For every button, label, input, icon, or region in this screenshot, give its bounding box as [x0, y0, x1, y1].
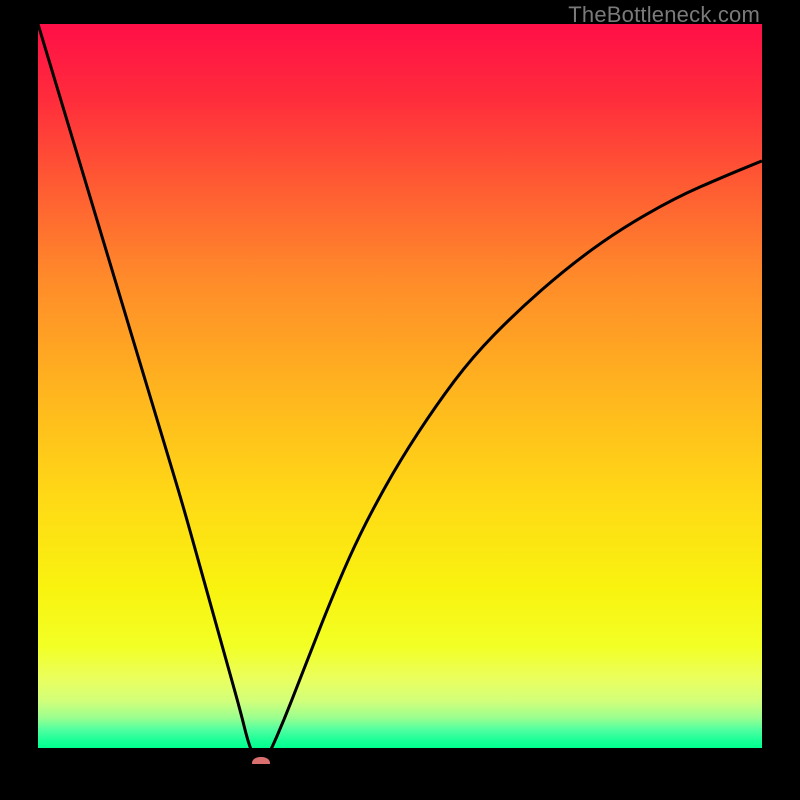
minimum-marker: [252, 757, 270, 764]
plot-area: [38, 24, 762, 764]
bottleneck-curve: [38, 24, 762, 764]
chart-frame: TheBottleneck.com: [0, 0, 800, 800]
